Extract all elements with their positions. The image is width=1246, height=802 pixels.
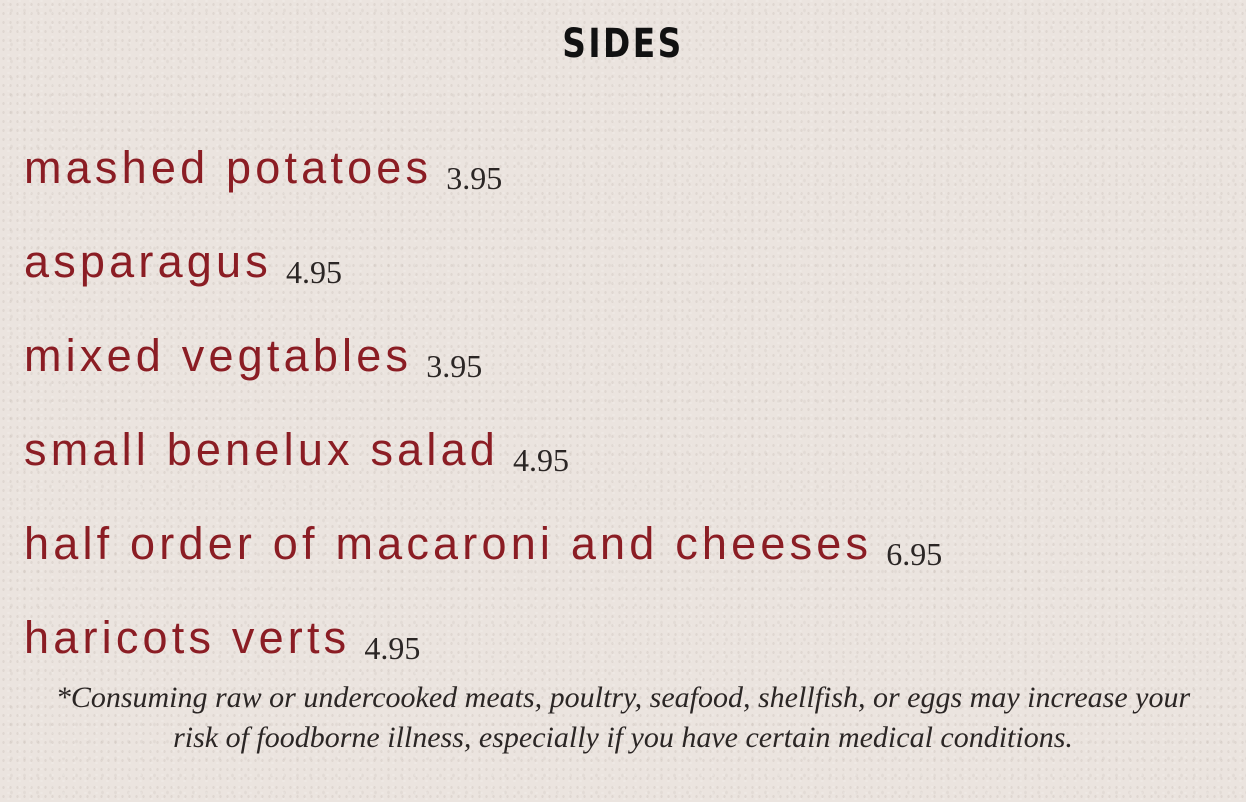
menu-page: { "section": { "title": "SIDES" }, "item… [0, 0, 1246, 802]
menu-item-name: asparagus [24, 236, 272, 287]
menu-item-price: 6.95 [886, 536, 943, 572]
menu-item-price: 4.95 [513, 442, 570, 478]
disclaimer-line: *Consuming raw or undercooked meats, pou… [55, 681, 1191, 714]
menu-item: mixed vegtables 3.95 [24, 326, 942, 420]
menu-item: mashed potatoes 3.95 [24, 138, 942, 232]
menu-item: small benelux salad 4.95 [24, 420, 942, 514]
menu-item: half order of macaroni and cheeses 6.95 [24, 514, 942, 608]
health-disclaimer: *Consuming raw or undercooked meats, pou… [20, 678, 1226, 758]
menu-item-name: half order of macaroni and cheeses [24, 518, 873, 569]
section-title: SIDES [562, 21, 684, 67]
menu-item-name: mixed vegtables [24, 330, 413, 381]
menu-item-price: 3.95 [446, 160, 503, 196]
menu-item-price: 4.95 [364, 630, 421, 666]
menu-item: asparagus 4.95 [24, 232, 942, 326]
menu-item-name: small benelux salad [24, 424, 500, 475]
menu-item-price: 3.95 [426, 348, 483, 384]
menu-item-name: mashed potatoes [24, 142, 433, 193]
menu-list: mashed potatoes 3.95 asparagus 4.95 mixed … [24, 138, 942, 702]
menu-item-price: 4.95 [285, 254, 342, 290]
disclaimer-line: risk of foodborne illness, especially if… [173, 721, 1073, 754]
menu-item-name: haricots verts [24, 612, 351, 663]
